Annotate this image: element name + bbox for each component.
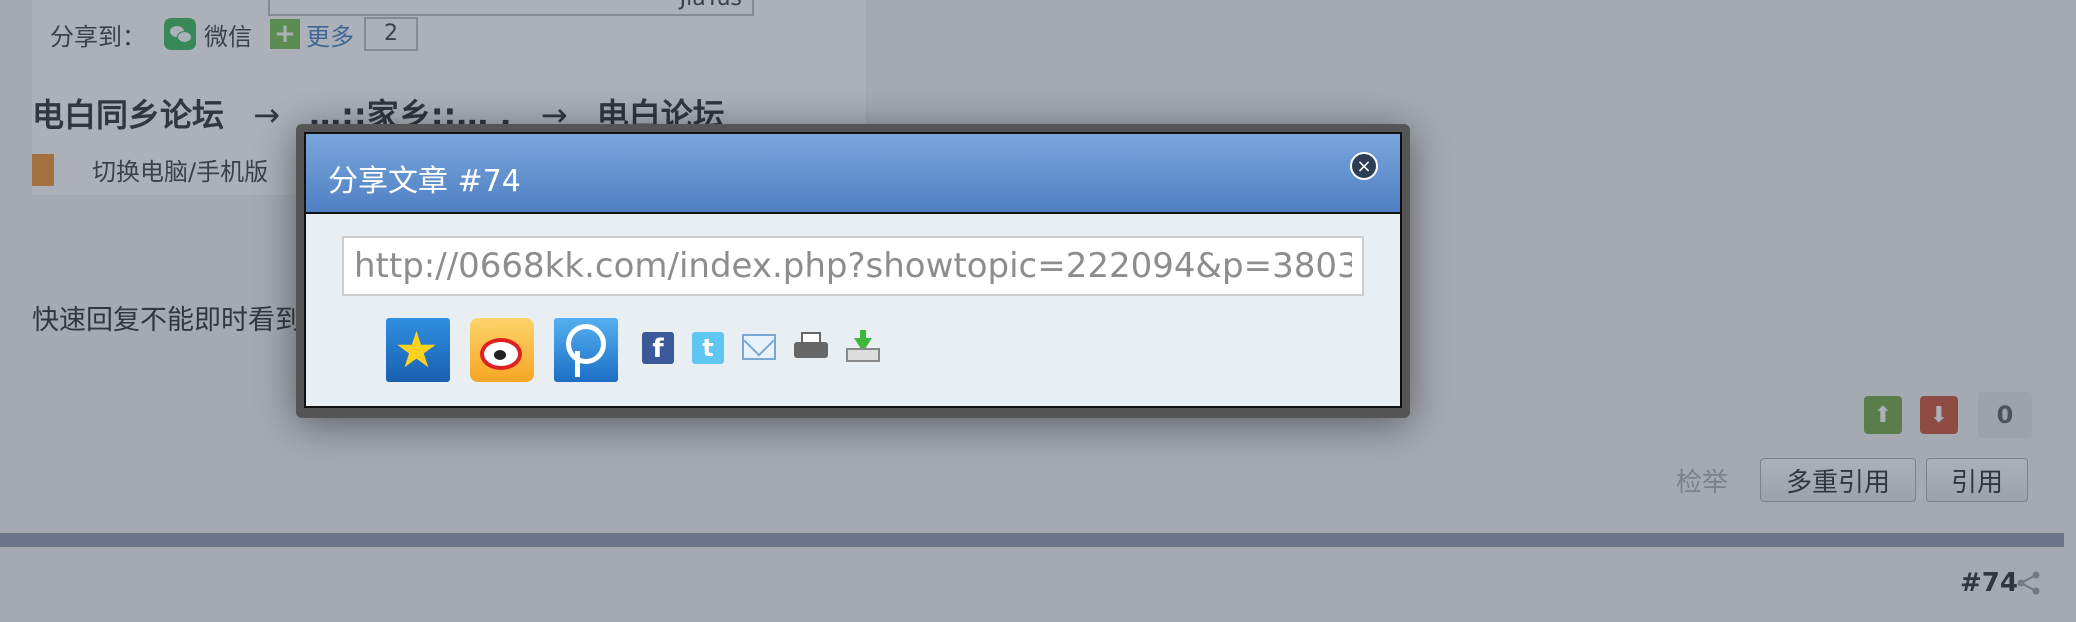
share-url-field[interactable] bbox=[342, 236, 1364, 296]
download-icon[interactable] bbox=[846, 330, 880, 364]
facebook-icon[interactable]: f bbox=[642, 332, 674, 364]
page: JiaYus 分享到： 微信 + 更多 2 电白同乡论坛 → …::家乡::… … bbox=[0, 0, 2076, 622]
dialog-title: 分享文章 #74 bbox=[328, 164, 521, 199]
twitter-icon[interactable]: t bbox=[692, 332, 724, 364]
close-button[interactable]: × bbox=[1350, 152, 1378, 180]
print-icon[interactable] bbox=[794, 332, 828, 362]
dialog-header: 分享文章 #74 × bbox=[306, 134, 1400, 214]
email-icon[interactable] bbox=[742, 334, 776, 360]
qzone-icon[interactable]: ★ bbox=[386, 318, 450, 382]
share-dialog: 分享文章 #74 × ★ f t bbox=[304, 132, 1402, 408]
close-icon: × bbox=[1356, 156, 1372, 177]
weibo-icon[interactable] bbox=[470, 318, 534, 382]
pengyou-icon[interactable] bbox=[554, 318, 618, 382]
